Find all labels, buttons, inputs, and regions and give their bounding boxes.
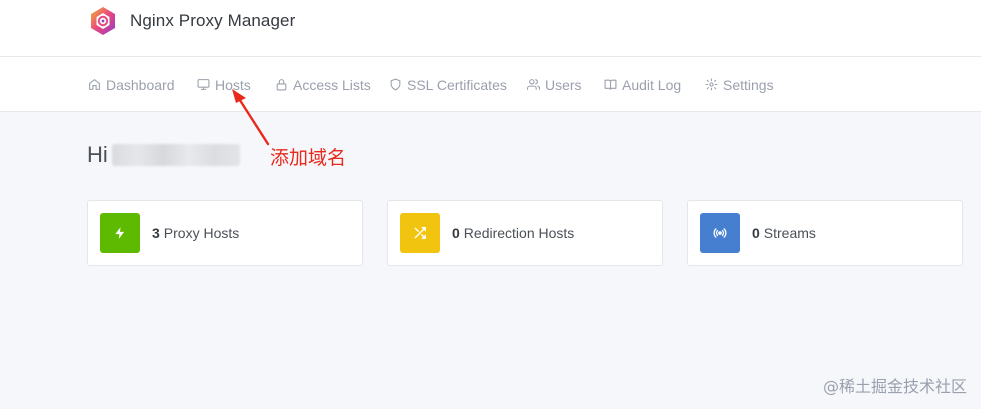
lightning-icon [115, 227, 125, 239]
card-proxy-hosts[interactable]: 3 Proxy Hosts [87, 200, 363, 266]
redacted-username [111, 144, 240, 166]
monitor-icon [197, 79, 210, 90]
card-streams[interactable]: 0 Streams [687, 200, 963, 266]
greeting: Hi [87, 142, 240, 168]
gear-icon [705, 78, 718, 91]
card-icon-box [700, 213, 740, 253]
annotation-text: 添加域名 [270, 147, 347, 169]
nav-item-label: Dashboard [106, 76, 175, 93]
npm-hexagon-logo-icon [91, 7, 115, 35]
card-title: Proxy Hosts [163, 225, 240, 241]
brand[interactable]: Nginx Proxy Manager [88, 6, 295, 36]
home-icon [89, 79, 100, 90]
book-icon [604, 79, 617, 90]
app-title: Nginx Proxy Manager [130, 11, 296, 30]
nav-item-label: Access Lists [293, 76, 371, 93]
nav-item-audit-log[interactable]: Audit Log [604, 57, 681, 112]
nav-item-ssl-certificates[interactable]: SSL Certificates [389, 57, 507, 112]
nav-item-label: Users [545, 76, 582, 93]
card-label: 0 Streams [752, 225, 816, 241]
card-count: 0 [752, 225, 760, 241]
card-count: 3 [152, 225, 160, 241]
card-icon-box [100, 213, 140, 253]
annotation-arrow-icon [232, 89, 270, 146]
card-label: 0 Redirection Hosts [452, 225, 574, 241]
radio-icon [713, 228, 727, 238]
watermark: @稀土掘金技术社区 [822, 377, 967, 396]
nav-item-label: Settings [723, 76, 774, 93]
shuffle-icon [414, 227, 426, 239]
card-label: 3 Proxy Hosts [152, 225, 239, 241]
nav-item-dashboard[interactable]: Dashboard [88, 57, 175, 112]
greeting-text: Hi [87, 142, 108, 167]
card-redirection-hosts[interactable]: 0 Redirection Hosts [387, 200, 663, 266]
app-header: Nginx Proxy Manager [0, 0, 981, 57]
nav-item-users[interactable]: Users [527, 57, 582, 112]
main-nav: Dashboard Hosts Access Lists SSL Certifi… [0, 57, 981, 112]
card-title: Redirection Hosts [463, 225, 575, 241]
card-title: Streams [763, 225, 816, 241]
nav-item-settings[interactable]: Settings [705, 57, 774, 112]
nav-item-access-lists[interactable]: Access Lists [275, 57, 371, 112]
nav-item-label: SSL Certificates [407, 76, 507, 93]
card-icon-box [400, 213, 440, 253]
shield-icon [390, 78, 401, 91]
users-icon [527, 79, 540, 90]
card-count: 0 [452, 225, 460, 241]
nav-item-label: Audit Log [622, 76, 682, 93]
